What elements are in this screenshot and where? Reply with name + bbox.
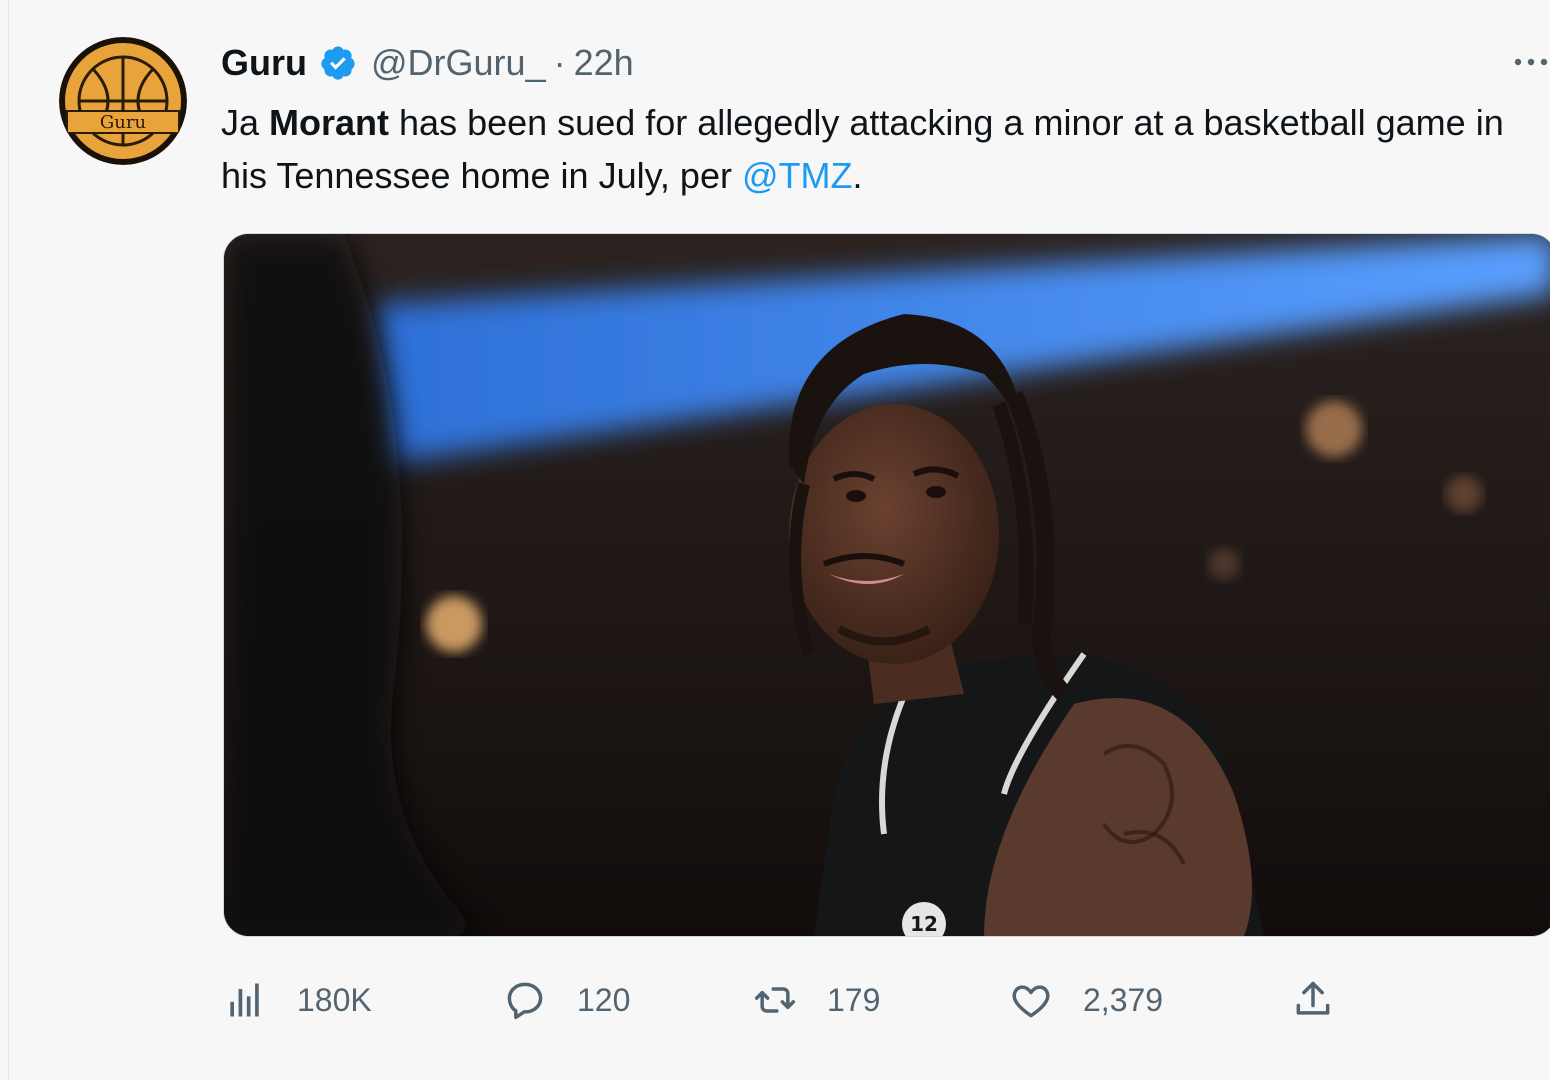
tweet-text: Ja Morant has been sued for allegedly at…: [221, 96, 1521, 202]
more-options-button[interactable]: [1509, 44, 1550, 74]
tweet-photo[interactable]: 12: [223, 233, 1550, 937]
views-button[interactable]: 180K: [223, 970, 372, 1030]
tweet-card[interactable]: Guru Guru @DrGuru_ · 22h Ja Morant has b…: [8, 0, 1550, 1080]
share-icon: [1296, 981, 1330, 1015]
reply-count: 120: [577, 981, 631, 1018]
player-photo: 12: [224, 234, 1550, 936]
author-name[interactable]: Guru: [221, 42, 307, 84]
avatar[interactable]: Guru: [59, 37, 187, 165]
verified-badge-icon: [321, 46, 355, 80]
tweet-text-part1: Ja: [221, 102, 270, 143]
tweet-timestamp[interactable]: 22h: [574, 42, 634, 84]
avatar-logo-text: Guru: [100, 112, 146, 133]
like-icon: [1012, 985, 1050, 1018]
tweet-text-bold: Morant: [269, 102, 390, 143]
views-icon: [230, 983, 259, 1017]
like-button[interactable]: 2,379: [1009, 970, 1163, 1030]
tweet-header: Guru @DrGuru_ · 22h: [221, 38, 634, 88]
reply-button[interactable]: 120: [503, 970, 630, 1030]
jersey-number: 12: [910, 912, 938, 936]
basketball-logo-icon: Guru: [59, 37, 187, 165]
reply-icon: [507, 982, 543, 1020]
tweet-actions: 180K 120 179 2,379: [223, 970, 1363, 1030]
views-count: 180K: [297, 981, 372, 1018]
author-handle[interactable]: @DrGuru_: [371, 42, 546, 84]
more-icon: [1514, 58, 1548, 66]
tweet-text-part3: .: [852, 155, 863, 196]
like-count: 2,379: [1083, 981, 1164, 1018]
retweet-icon: [754, 987, 796, 1013]
retweet-button[interactable]: 179: [753, 970, 880, 1030]
mention-link[interactable]: @TMZ: [742, 155, 853, 196]
share-button[interactable]: [1291, 970, 1335, 1030]
separator-dot: ·: [553, 42, 566, 83]
retweet-count: 179: [827, 981, 881, 1018]
